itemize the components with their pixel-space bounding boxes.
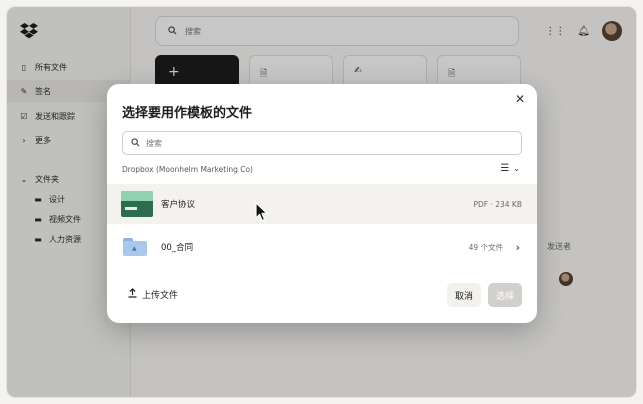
view-toggle-button[interactable]: ☰ ⌄	[500, 163, 520, 174]
dialog-search-input[interactable]: 搜索	[122, 131, 522, 155]
close-icon[interactable]: ✕	[513, 92, 527, 106]
upload-file-button[interactable]: 上传文件	[128, 288, 178, 301]
file-meta: PDF · 234 KB	[473, 199, 522, 209]
upload-label: 上传文件	[142, 291, 179, 301]
file-name: 客户协议	[161, 200, 196, 210]
folder-meta: 49 个文件	[468, 242, 503, 252]
cancel-button[interactable]: 取消	[447, 283, 481, 307]
chevron-right-icon[interactable]: ›	[516, 241, 520, 254]
template-picker-dialog: 选择要用作模板的文件 ✕ 搜索 Dropbox (Moonhelm Market…	[107, 84, 537, 323]
folder-name: 00_合同	[161, 243, 194, 253]
breadcrumb[interactable]: Dropbox (Moonhelm Marketing Co)	[122, 165, 253, 174]
chevron-down-icon: ⌄	[513, 164, 520, 173]
search-placeholder: 搜索	[146, 138, 162, 148]
folder-row[interactable]: ▲ 00_合同 49 个文件 ›	[107, 227, 537, 267]
upload-icon	[128, 288, 137, 301]
search-icon	[131, 137, 140, 149]
mouse-pointer-icon	[255, 202, 268, 222]
select-button[interactable]: 选择	[488, 283, 522, 307]
folder-icon: ▲	[123, 238, 147, 256]
file-row[interactable]: 客户协议 PDF · 234 KB	[107, 184, 537, 224]
list-view-icon: ☰	[500, 163, 510, 174]
document-thumbnail	[121, 191, 153, 217]
dialog-title: 选择要用作模板的文件	[122, 106, 253, 121]
